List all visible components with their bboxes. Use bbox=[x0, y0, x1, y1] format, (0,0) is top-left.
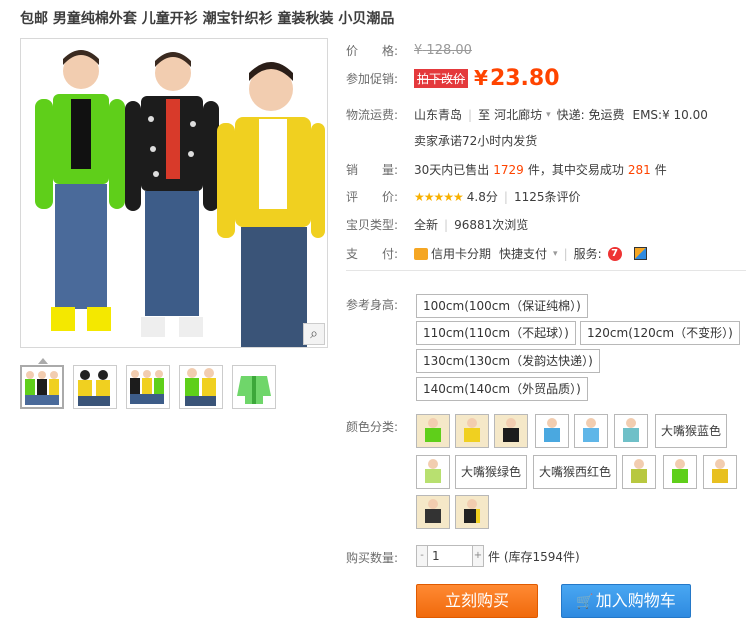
color-swatch-dark[interactable] bbox=[416, 495, 450, 529]
add-to-cart-button[interactable]: 🛒 加入购物车 bbox=[561, 584, 691, 618]
color-swatch-lightgreen[interactable] bbox=[416, 455, 450, 489]
color-swatch-kidgreen[interactable] bbox=[663, 455, 697, 489]
quantity-input[interactable]: 1 bbox=[428, 545, 472, 567]
promo-price: ¥23.80 bbox=[474, 66, 560, 91]
cart-icon: 🛒 bbox=[576, 594, 594, 610]
service-label: 服务: bbox=[573, 247, 602, 261]
height-label-row: 参考身高: bbox=[346, 296, 414, 313]
color-swatch-green[interactable] bbox=[416, 414, 450, 448]
divider: | bbox=[563, 246, 568, 261]
promo-label: 参加促销: bbox=[346, 72, 399, 86]
buy-now-button[interactable]: 立刻购买 bbox=[416, 584, 538, 618]
payment-row: 支 付: 信用卡分期 快捷支付 ▾ | 服务: 7 bbox=[346, 245, 647, 262]
shipping-label: 物流运费: bbox=[346, 108, 399, 122]
rating-score: 4.8分 bbox=[466, 190, 498, 204]
thumbnail-3[interactable] bbox=[126, 365, 170, 409]
height-label: 参考身高: bbox=[346, 298, 399, 312]
divider-line bbox=[346, 270, 746, 271]
sales-suffix: 件 bbox=[654, 163, 667, 177]
item-type-row: 宝贝类型: 全新 | 96881次浏览 bbox=[346, 216, 528, 233]
shipping-row: 物流运费: 山东青岛 | 至 河北廊坊 ▾ 快递: 免运费 EMS:¥ 10.0… bbox=[346, 106, 708, 123]
quantity-stepper: - 1 + 件 (库存1594件) bbox=[416, 545, 580, 567]
color-label: 颜色分类: bbox=[346, 420, 399, 434]
price-row: 价 格: ¥ 128.00 bbox=[346, 42, 472, 59]
promo-row: 参加促销: 拍下改价 ¥23.80 bbox=[346, 66, 560, 91]
color-swatch-lightblue[interactable] bbox=[574, 414, 608, 448]
thumbnail-2[interactable] bbox=[73, 365, 117, 409]
ems-fee: EMS:¥ 10.00 bbox=[632, 107, 708, 122]
quantity-label: 购买数量: bbox=[346, 551, 399, 565]
success-count: 281 bbox=[627, 162, 651, 177]
divider: | bbox=[503, 189, 508, 204]
quantity-label-row: 购买数量: bbox=[346, 549, 414, 566]
thumbnail-5[interactable] bbox=[232, 365, 276, 409]
item-type-label: 宝贝类型: bbox=[346, 218, 399, 232]
sales-row: 销 量: 30天内已售出 1729 件，其中交易成功 281 件 bbox=[346, 161, 667, 178]
height-option-120[interactable]: 120cm(120cm（不变形）) bbox=[580, 321, 740, 345]
rating-label: 评 价: bbox=[346, 190, 399, 204]
color-swatch-yellow[interactable] bbox=[455, 414, 489, 448]
ship-to[interactable]: 河北廊坊 bbox=[494, 106, 542, 123]
item-type: 全新 bbox=[414, 218, 439, 232]
quantity-plus-button[interactable]: + bbox=[472, 545, 484, 567]
star-rating-icon: ★★★★★ bbox=[414, 189, 464, 204]
express-fee: 快递: 免运费 bbox=[556, 108, 625, 122]
main-product-image[interactable]: ⌕ bbox=[20, 38, 328, 348]
chevron-down-icon[interactable]: ▾ bbox=[553, 249, 558, 259]
rating-row: 评 价: ★★★★★ 4.8分 | 1125条评价 bbox=[346, 188, 580, 205]
color-swatch-olive[interactable] bbox=[622, 455, 656, 489]
color-swatch-black[interactable] bbox=[494, 414, 528, 448]
ship-from[interactable]: 山东青岛 bbox=[414, 106, 462, 123]
payment-label: 支 付: bbox=[346, 247, 399, 261]
color-option-red-monkey[interactable]: 大嘴猴西红色 bbox=[533, 455, 618, 489]
product-title: 包邮 男童纯棉外套 儿童开衫 潮宝针织衫 童装秋装 小贝潮品 bbox=[20, 11, 395, 27]
ship-promise: 卖家承诺72小时内发货 bbox=[414, 134, 538, 148]
color-option-blue-monkey[interactable]: 大嘴猴蓝色 bbox=[655, 414, 728, 448]
guarantee-icon[interactable] bbox=[633, 247, 647, 260]
color-swatch-kidyellow[interactable] bbox=[703, 455, 737, 489]
promo-tag: 拍下改价 bbox=[414, 69, 469, 88]
color-label-row: 颜色分类: bbox=[346, 418, 414, 435]
seven-day-return-icon[interactable]: 7 bbox=[607, 246, 622, 261]
credit-installment[interactable]: 信用卡分期 bbox=[431, 245, 491, 262]
color-swatch-teal[interactable] bbox=[614, 414, 648, 448]
stock-info: 件 (库存1594件) bbox=[488, 549, 580, 564]
height-option-130[interactable]: 130cm(130cm（发韵达快递）) bbox=[416, 349, 600, 373]
height-option-140[interactable]: 140cm(140cm（外贸品质）) bbox=[416, 377, 588, 401]
price-label: 价 格: bbox=[346, 44, 399, 58]
color-option-green-monkey[interactable]: 大嘴猴绿色 bbox=[455, 455, 528, 489]
thumbnail-1[interactable] bbox=[20, 365, 64, 409]
sales-label: 销 量: bbox=[346, 163, 399, 177]
color-swatch-blue[interactable] bbox=[535, 414, 569, 448]
credit-card-icon bbox=[414, 247, 428, 260]
thumb-pointer bbox=[38, 358, 48, 364]
zoom-icon[interactable]: ⌕ bbox=[303, 323, 325, 345]
color-swatch-black-yellow[interactable] bbox=[455, 495, 489, 529]
sales-mid: 件，其中交易成功 bbox=[527, 163, 624, 177]
quantity-minus-button[interactable]: - bbox=[416, 545, 428, 567]
thumbnail-4[interactable] bbox=[179, 365, 223, 409]
divider: | bbox=[444, 217, 449, 232]
review-count[interactable]: 1125条评价 bbox=[514, 188, 581, 205]
chevron-down-icon[interactable]: ▾ bbox=[546, 110, 551, 120]
original-price: ¥ 128.00 bbox=[414, 43, 472, 58]
view-count: 96881次浏览 bbox=[454, 218, 529, 232]
sales-prefix: 30天内已售出 bbox=[414, 163, 490, 177]
add-to-cart-label: 加入购物车 bbox=[595, 591, 676, 610]
product-photo bbox=[21, 39, 327, 347]
height-option-100[interactable]: 100cm(100cm（保证纯棉）) bbox=[416, 294, 588, 318]
thumbnail-strip bbox=[20, 365, 276, 409]
ship-to-prefix: 至 bbox=[478, 108, 491, 122]
divider: | bbox=[468, 107, 473, 122]
height-option-110[interactable]: 110cm(110cm（不起球）) bbox=[416, 321, 576, 345]
quick-pay[interactable]: 快捷支付 bbox=[499, 245, 547, 262]
sales-count: 1729 bbox=[493, 162, 524, 177]
